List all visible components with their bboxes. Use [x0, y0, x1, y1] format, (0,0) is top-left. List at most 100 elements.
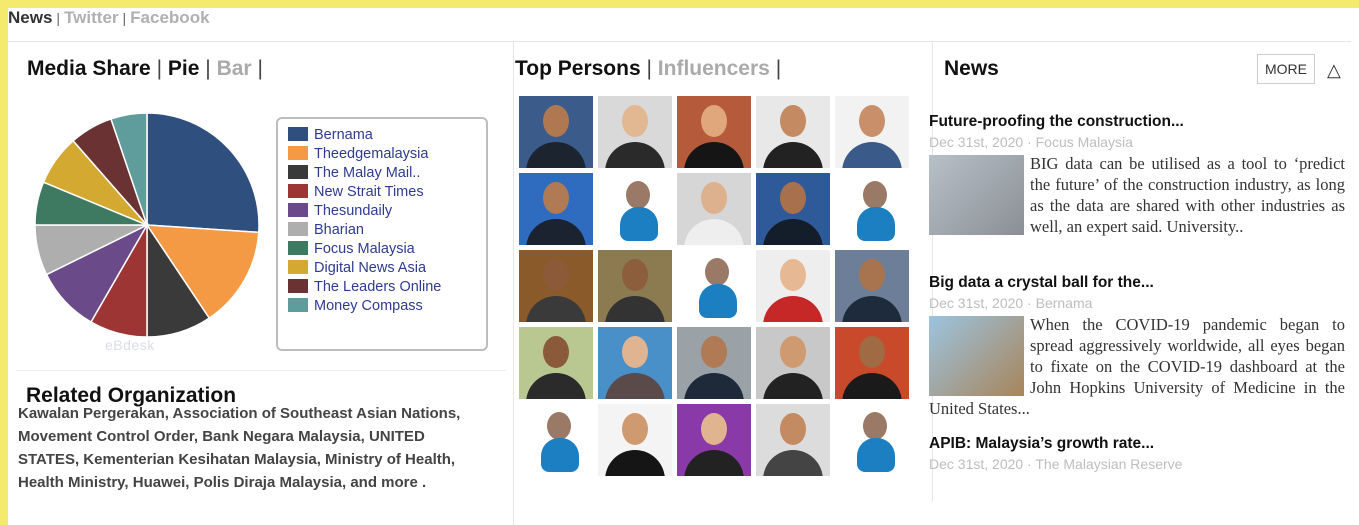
- person-avatar[interactable]: [519, 173, 593, 245]
- portrait-body: [684, 450, 744, 476]
- view-bar-toggle[interactable]: Bar: [217, 57, 252, 80]
- person-avatar[interactable]: [835, 96, 909, 168]
- portrait-face: [780, 336, 806, 368]
- collapse-icon[interactable]: △: [1327, 60, 1341, 81]
- media-share-title: Media Share: [27, 57, 151, 80]
- news-item[interactable]: Big data a crystal ball for the... Dec 3…: [929, 274, 1345, 419]
- person-avatar[interactable]: [677, 173, 751, 245]
- person-placeholder-avatar[interactable]: [835, 404, 909, 476]
- news-item-meta: Dec 31st, 2020 · Bernama: [929, 295, 1093, 311]
- legend-label: Bharian: [314, 222, 364, 238]
- person-avatar[interactable]: [756, 96, 830, 168]
- avatar-body-icon: [699, 284, 737, 318]
- portrait-body: [763, 219, 823, 245]
- avatar-body-icon: [857, 207, 895, 241]
- person-avatar[interactable]: [598, 250, 672, 322]
- view-pie-toggle[interactable]: Pie: [168, 57, 200, 80]
- portrait-face: [701, 413, 727, 445]
- media-share-legend: Bernama Theedgemalaysia The Malay Mail.. Ne…: [276, 117, 488, 351]
- more-button[interactable]: MORE: [1257, 54, 1315, 84]
- legend-label: New Strait Times: [314, 184, 424, 200]
- person-avatar[interactable]: [598, 96, 672, 168]
- legend-item[interactable]: Money Compass: [288, 298, 423, 316]
- section-divider: [16, 370, 506, 371]
- portrait-face: [780, 182, 806, 214]
- legend-swatch: [288, 260, 308, 274]
- person-placeholder-avatar[interactable]: [677, 250, 751, 322]
- pie-slice-0[interactable]: [146, 112, 260, 234]
- person-avatar[interactable]: [677, 404, 751, 476]
- person-avatar[interactable]: [519, 96, 593, 168]
- portrait-face: [701, 105, 727, 137]
- person-avatar[interactable]: [756, 173, 830, 245]
- person-avatar[interactable]: [835, 250, 909, 322]
- portrait-face: [701, 182, 727, 214]
- news-title: News: [944, 57, 999, 80]
- legend-item[interactable]: Bernama: [288, 127, 373, 145]
- person-placeholder-avatar[interactable]: [835, 173, 909, 245]
- portrait-body: [763, 296, 823, 322]
- legend-label: The Leaders Online: [314, 279, 442, 295]
- person-avatar[interactable]: [677, 96, 751, 168]
- legend-label: The Malay Mail..: [314, 165, 421, 181]
- legend-label: Theedgemalaysia: [314, 146, 429, 162]
- legend-item[interactable]: Theedgemalaysia: [288, 146, 428, 164]
- news-item-title[interactable]: Future-proofing the construction...: [929, 113, 1345, 131]
- news-item-meta: Dec 31st, 2020 · The Malaysian Reserve: [929, 456, 1183, 472]
- tab-facebook[interactable]: Facebook: [130, 8, 209, 27]
- avatar-head-icon: [547, 412, 571, 440]
- related-organization-list: Kawalan Pergerakan, Association of South…: [18, 405, 461, 491]
- avatar-head-icon: [626, 181, 650, 209]
- legend-item[interactable]: Focus Malaysia: [288, 241, 415, 259]
- person-avatar[interactable]: [598, 404, 672, 476]
- ebdesk-watermark: eBdesk: [105, 337, 155, 353]
- news-item-title[interactable]: Big data a crystal ball for the...: [929, 274, 1345, 292]
- portrait-face: [780, 105, 806, 137]
- portrait-body: [605, 142, 665, 168]
- legend-item[interactable]: Bharian: [288, 222, 364, 240]
- portrait-body: [684, 142, 744, 168]
- news-thumbnail[interactable]: [929, 155, 1024, 235]
- avatar-head-icon: [863, 412, 887, 440]
- portrait-body: [526, 142, 586, 168]
- news-item-title[interactable]: APIB: Malaysia’s growth rate...: [929, 435, 1345, 453]
- news-item[interactable]: Future-proofing the construction... Dec …: [929, 113, 1345, 237]
- legend-swatch: [288, 222, 308, 236]
- person-avatar[interactable]: [519, 250, 593, 322]
- avatar-body-icon: [857, 438, 895, 472]
- tab-news[interactable]: News: [8, 8, 52, 27]
- column-divider-2: [932, 42, 933, 502]
- source-tabs: News | Twitter | Facebook: [8, 8, 210, 27]
- person-avatar[interactable]: [756, 250, 830, 322]
- legend-label: Money Compass: [314, 298, 423, 314]
- portrait-body: [605, 450, 665, 476]
- legend-swatch: [288, 146, 308, 160]
- portrait-face: [622, 413, 648, 445]
- legend-swatch: [288, 184, 308, 198]
- person-avatar[interactable]: [835, 327, 909, 399]
- person-avatar[interactable]: [519, 327, 593, 399]
- person-placeholder-avatar[interactable]: [519, 404, 593, 476]
- news-thumbnail[interactable]: [929, 316, 1024, 396]
- avatar-head-icon: [863, 181, 887, 209]
- tab-influencers[interactable]: Influencers: [658, 57, 770, 80]
- legend-swatch: [288, 203, 308, 217]
- person-avatar[interactable]: [756, 327, 830, 399]
- tab-top-persons[interactable]: Top Persons: [515, 57, 641, 80]
- portrait-face: [622, 336, 648, 368]
- legend-label: Focus Malaysia: [314, 241, 415, 257]
- legend-item[interactable]: Thesundaily: [288, 203, 392, 221]
- person-avatar[interactable]: [598, 327, 672, 399]
- person-avatar[interactable]: [756, 404, 830, 476]
- person-avatar[interactable]: [677, 327, 751, 399]
- legend-item[interactable]: Digital News Asia: [288, 260, 426, 278]
- legend-item[interactable]: New Strait Times: [288, 184, 424, 202]
- news-item[interactable]: APIB: Malaysia’s growth rate... Dec 31st…: [929, 435, 1345, 472]
- column-divider-1: [513, 42, 514, 525]
- person-placeholder-avatar[interactable]: [598, 173, 672, 245]
- portrait-body: [842, 373, 902, 399]
- legend-item[interactable]: The Malay Mail..: [288, 165, 420, 183]
- tab-twitter[interactable]: Twitter: [64, 8, 118, 27]
- news-item-meta: Dec 31st, 2020 · Focus Malaysia: [929, 134, 1133, 150]
- legend-item[interactable]: The Leaders Online: [288, 279, 441, 297]
